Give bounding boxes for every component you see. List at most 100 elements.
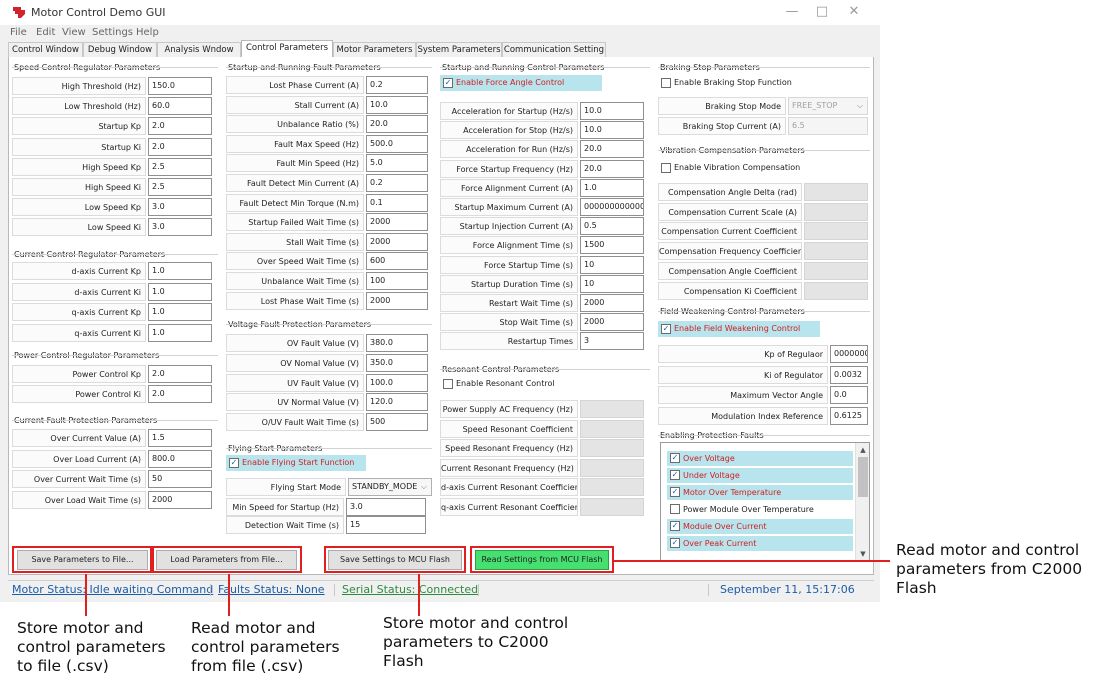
enable-vibration-checkbox[interactable]: Enable Vibration Compensation xyxy=(658,160,818,176)
enable-braking-stop-checkbox[interactable]: Enable Braking Stop Function xyxy=(658,75,818,91)
d-axis-current-kp-input[interactable]: 1.0 xyxy=(148,262,212,280)
tab-debug-window[interactable]: Debug Window xyxy=(83,42,157,58)
d-axis-current-resonant-coefficient-input[interactable] xyxy=(580,478,644,496)
stall-current-input[interactable]: 10.0 xyxy=(366,95,428,114)
startup-duration-time-input[interactable]: 10 xyxy=(580,274,644,293)
list-item[interactable]: ✓ Over Peak Current xyxy=(667,536,853,551)
acceleration-for-startup-input[interactable]: 10.0 xyxy=(580,102,644,120)
lost-phase-wait-time-input[interactable]: 2000 xyxy=(366,291,428,310)
compensation-current-scale-input[interactable] xyxy=(804,202,868,221)
enable-flying-start-checkbox[interactable]: ✓ Enable Flying Start Function xyxy=(226,455,366,471)
speed-resonant-frequency-input[interactable] xyxy=(580,439,644,457)
enable-field-weakening-checkbox[interactable]: ✓ Enable Field Weakening Control xyxy=(658,321,820,337)
stop-wait-time-input[interactable]: 2000 xyxy=(580,313,644,332)
over-load-wait-time-input[interactable]: 2000 xyxy=(148,491,212,510)
tab-analysis-window[interactable]: Analysis Wndow xyxy=(157,42,241,58)
low-speed-kp-input[interactable]: 3.0 xyxy=(148,198,212,217)
minimize-icon[interactable]: — xyxy=(782,4,802,19)
q-axis-current-kp-input[interactable]: 1.0 xyxy=(148,303,212,321)
startup-ki-input[interactable]: 2.0 xyxy=(148,137,212,156)
detection-wait-time-input[interactable]: 15 xyxy=(346,516,426,534)
fault-max-speed-input[interactable]: 500.0 xyxy=(366,134,428,153)
compensation-angle-delta-input[interactable] xyxy=(804,183,868,201)
list-item[interactable]: ✓ Module Over Current xyxy=(667,519,853,534)
acceleration-for-stop-input[interactable]: 10.0 xyxy=(580,121,644,140)
acceleration-for-run-input[interactable]: 20.0 xyxy=(580,140,644,159)
startup-maximum-current-input[interactable]: 0000000000003 xyxy=(580,198,644,216)
flying-start-mode-select[interactable]: STANDBY_MODE ⌵ xyxy=(348,478,432,496)
q-axis-current-resonant-coefficient-input[interactable] xyxy=(580,497,644,516)
startup-kp-input[interactable]: 2.0 xyxy=(148,117,212,136)
enable-resonant-checkbox[interactable]: Enable Resonant Control xyxy=(440,376,590,392)
power-supply-ac-frequency-input[interactable] xyxy=(580,400,644,418)
tab-motor-parameters[interactable]: Motor Parameters xyxy=(333,42,416,58)
fault-min-speed-input[interactable]: 5.0 xyxy=(366,154,428,173)
q-axis-current-ki-input[interactable]: 1.0 xyxy=(148,323,212,342)
power-control-kp-input[interactable]: 2.0 xyxy=(148,365,212,383)
tab-system-parameters[interactable]: System Parameters xyxy=(416,42,502,58)
enable-force-angle-checkbox[interactable]: ✓ Enable Force Angle Control xyxy=(440,75,602,91)
high-speed-ki-input[interactable]: 2.5 xyxy=(148,178,212,196)
list-item[interactable]: ✓ Over Voltage xyxy=(667,451,853,466)
compensation-frequency-coefficient-input[interactable] xyxy=(804,242,868,261)
low-speed-ki-input[interactable]: 3.0 xyxy=(148,218,212,237)
o-uv-fault-wait-time-input[interactable]: 500 xyxy=(366,413,428,432)
min-speed-startup-input[interactable]: 3.0 xyxy=(346,498,426,516)
startup-failed-wait-time-input[interactable]: 2000 xyxy=(366,213,428,232)
chevron-up-icon[interactable]: ▲ xyxy=(856,443,869,457)
maximum-vector-angle-input[interactable]: 0.0 xyxy=(830,386,868,404)
unbalance-ratio-input[interactable]: 20.0 xyxy=(366,115,428,134)
restart-wait-time-input[interactable]: 2000 xyxy=(580,294,644,312)
current-resonant-frequency-input[interactable] xyxy=(580,458,644,477)
fault-detect-min-torque-input[interactable]: 0.1 xyxy=(366,193,428,212)
scroll-thumb[interactable] xyxy=(858,457,868,497)
lost-phase-current-input[interactable]: 0.2 xyxy=(366,76,428,94)
high-speed-kp-input[interactable]: 2.5 xyxy=(148,157,212,176)
unbalance-wait-time-input[interactable]: 100 xyxy=(366,272,428,290)
close-icon[interactable]: ✕ xyxy=(844,4,864,19)
braking-stop-current-input[interactable]: 6.5 xyxy=(788,117,868,135)
over-current-wait-time-input[interactable]: 50 xyxy=(148,470,212,489)
list-item[interactable]: ✓ Under Voltage xyxy=(667,468,853,483)
power-control-ki-input[interactable]: 2.0 xyxy=(148,385,212,403)
tab-communication-setting[interactable]: Communication Setting xyxy=(502,42,606,58)
compensation-current-coefficient-input[interactable] xyxy=(804,222,868,241)
braking-stop-mode-select[interactable]: FREE_STOP ⌵ xyxy=(788,97,868,115)
tab-control-window[interactable]: Control Window xyxy=(8,42,83,58)
chevron-down-icon[interactable]: ▼ xyxy=(856,547,869,561)
uv-normal-value-input[interactable]: 120.0 xyxy=(366,393,428,412)
startup-injection-current-input[interactable]: 0.5 xyxy=(580,217,644,236)
restartup-times-input[interactable]: 3 xyxy=(580,332,644,351)
menu-file[interactable]: File xyxy=(10,27,27,38)
fault-detect-min-current-input[interactable]: 0.2 xyxy=(366,174,428,192)
menu-edit[interactable]: Edit xyxy=(36,27,55,38)
ov-fault-value-input[interactable]: 380.0 xyxy=(366,334,428,352)
maximize-icon[interactable]: □ xyxy=(812,4,832,19)
protection-faults-list[interactable]: ✓ Over Voltage ✓ Under Voltage ✓ Motor Over T… xyxy=(660,442,870,562)
low-threshold-input[interactable]: 60.0 xyxy=(148,97,212,116)
modulation-index-reference-input[interactable]: 0.6125 xyxy=(830,406,868,425)
uv-fault-value-input[interactable]: 100.0 xyxy=(366,373,428,392)
force-alignment-current-input[interactable]: 1.0 xyxy=(580,178,644,197)
speed-resonant-coefficient-input[interactable] xyxy=(580,419,644,438)
over-speed-wait-time-input[interactable]: 600 xyxy=(366,252,428,271)
ov-nomal-value-input[interactable]: 350.0 xyxy=(366,353,428,372)
compensation-ki-coefficient-input[interactable] xyxy=(804,281,868,300)
list-item[interactable]: ✓ Motor Over Temperature xyxy=(667,485,853,500)
force-startup-time-input[interactable]: 10 xyxy=(580,255,644,274)
compensation-angle-coefficient-input[interactable] xyxy=(804,261,868,280)
list-item[interactable]: Power Module Over Temperature xyxy=(667,502,853,517)
over-current-value-input[interactable]: 1.5 xyxy=(148,429,212,447)
stall-wait-time-input[interactable]: 2000 xyxy=(366,232,428,251)
menu-help[interactable]: Help xyxy=(136,27,159,38)
high-threshold-input[interactable]: 150.0 xyxy=(148,77,212,95)
menu-view[interactable]: View xyxy=(62,27,86,38)
over-load-current-input[interactable]: 800.0 xyxy=(148,449,212,468)
ki-of-regulator-input[interactable]: 0.0032 xyxy=(830,365,868,384)
kp-of-regulaor-input[interactable]: 0000000000005 xyxy=(830,345,868,363)
force-alignment-time-input[interactable]: 1500 xyxy=(580,236,644,255)
menu-settings[interactable]: Settings xyxy=(92,27,133,38)
d-axis-current-ki-input[interactable]: 1.0 xyxy=(148,282,212,301)
list-scrollbar[interactable]: ▲ ▼ xyxy=(855,443,869,561)
force-startup-frequency-input[interactable]: 20.0 xyxy=(580,159,644,178)
